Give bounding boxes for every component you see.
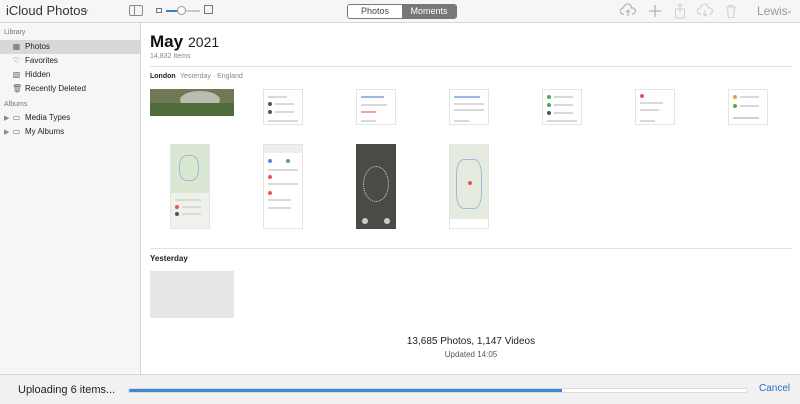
sidebar-item-label: Hidden: [25, 70, 51, 79]
moment-subtitle: Yesterday · England: [180, 73, 243, 80]
sidebar-item-label: Media Types: [25, 113, 71, 122]
sidebar-item-label: Favorites: [25, 56, 58, 65]
share-icon[interactable]: [672, 3, 688, 19]
month-heading: May: [150, 32, 184, 51]
zoom-in-icon[interactable]: [204, 5, 213, 14]
moment-title[interactable]: London: [150, 73, 176, 80]
sidebar-item-photos[interactable]: ▦ Photos: [0, 40, 140, 54]
upload-progress-bar: [128, 388, 748, 393]
zoom-slider[interactable]: [166, 6, 200, 15]
screenshot-thumbnail[interactable]: [356, 89, 396, 125]
folder-icon: ▭: [12, 113, 21, 122]
photos-icon: ▦: [12, 42, 21, 51]
app-title[interactable]: iCloud Photos: [6, 3, 87, 18]
sidebar-item-hidden[interactable]: ▧ Hidden: [0, 68, 140, 82]
year-heading: 2021: [188, 34, 220, 50]
map-screenshot-thumbnail[interactable]: [449, 144, 489, 229]
screenshot-thumbnail[interactable]: [542, 89, 582, 125]
photo-thumbnail[interactable]: [150, 89, 234, 116]
toolbar: iCloud Photos ⌄ Photos Moments Lewis ⌄: [0, 0, 800, 23]
chevron-down-icon[interactable]: ⌄: [82, 4, 90, 15]
trash-icon: 🗑: [12, 84, 23, 93]
upload-bar: Uploading 6 items... Cancel: [0, 374, 800, 404]
folder-icon: ▭: [12, 127, 21, 136]
photo-grid-area: May 2021 14,832 Items London Yesterday ·…: [142, 23, 800, 374]
upload-progress-fill: [129, 389, 562, 392]
tab-photos[interactable]: Photos: [348, 5, 402, 18]
screenshot-thumbnail[interactable]: [263, 89, 303, 125]
sidebar-section-library: Library: [4, 29, 26, 36]
moment-title[interactable]: Yesterday: [150, 254, 188, 263]
last-updated: Updated 14:05: [444, 350, 498, 359]
sidebar-item-recently-deleted[interactable]: 🗑 Recently Deleted: [0, 82, 140, 96]
item-count: 14,832 Items: [150, 53, 191, 60]
view-segmented-control: Photos Moments: [347, 4, 457, 19]
screenshot-thumbnail[interactable]: [449, 89, 489, 125]
screenshot-thumbnail[interactable]: [635, 89, 675, 125]
upload-icon[interactable]: [619, 3, 636, 19]
sidebar-item-label: Recently Deleted: [25, 84, 86, 93]
account-menu[interactable]: Lewis: [757, 4, 788, 18]
disclosure-triangle-icon[interactable]: ▶: [4, 114, 9, 122]
tab-moments[interactable]: Moments: [402, 5, 456, 18]
map-screenshot-thumbnail[interactable]: [170, 144, 210, 229]
sidebar-item-label: Photos: [25, 42, 50, 51]
sidebar-section-albums: Albums: [4, 101, 28, 108]
heart-icon: ♡: [12, 56, 21, 65]
download-icon[interactable]: [696, 3, 713, 19]
chevron-down-icon[interactable]: ⌄: [786, 6, 793, 15]
library-summary: 13,685 Photos, 1,147 Videos: [406, 336, 536, 347]
sidebar-item-media-types[interactable]: ▶ ▭ Media Types: [0, 111, 140, 125]
sidebar: Library ▦ Photos ♡ Favorites ▧ Hidden 🗑 …: [0, 23, 141, 374]
zoom-slider-thumb[interactable]: [177, 6, 187, 15]
screenshot-thumbnail[interactable]: [728, 89, 768, 125]
divider: [150, 66, 792, 67]
add-icon[interactable]: [647, 3, 663, 19]
sidebar-item-my-albums[interactable]: ▶ ▭ My Albums: [0, 125, 140, 139]
sidebar-toggle-icon[interactable]: [129, 5, 143, 16]
zoom-out-icon[interactable]: [156, 8, 162, 13]
sidebar-item-favorites[interactable]: ♡ Favorites: [0, 54, 140, 68]
upload-status: Uploading 6 items...: [18, 384, 116, 396]
hidden-icon: ▧: [12, 70, 21, 79]
sidebar-item-label: My Albums: [25, 127, 65, 136]
cancel-upload-button[interactable]: Cancel: [759, 383, 790, 394]
screenshot-thumbnail[interactable]: [263, 144, 303, 229]
trash-icon[interactable]: [723, 3, 739, 19]
divider: [150, 248, 792, 249]
photo-placeholder-thumbnail[interactable]: [150, 271, 234, 318]
screenshot-thumbnail[interactable]: [356, 144, 396, 229]
disclosure-triangle-icon[interactable]: ▶: [4, 128, 9, 136]
